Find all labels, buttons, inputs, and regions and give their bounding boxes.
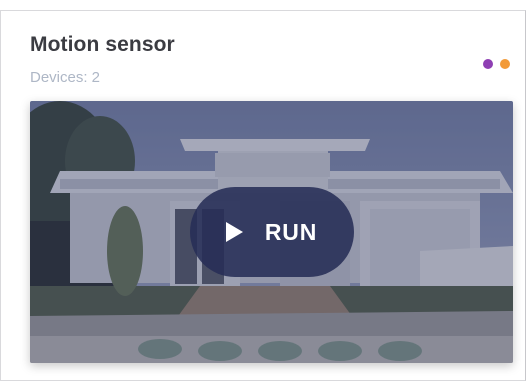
- status-indicators: [483, 59, 510, 69]
- run-button[interactable]: RUN: [190, 187, 354, 277]
- play-icon: [225, 222, 243, 242]
- status-dot-purple: [483, 59, 493, 69]
- house-preview[interactable]: RUN: [30, 101, 513, 363]
- status-dot-orange: [500, 59, 510, 69]
- card-title: Motion sensor: [30, 33, 175, 56]
- run-label: RUN: [264, 218, 318, 245]
- devices-count: Devices: 2: [30, 69, 101, 86]
- motion-sensor-card: Motion sensor Devices: 2 RUN: [0, 10, 526, 381]
